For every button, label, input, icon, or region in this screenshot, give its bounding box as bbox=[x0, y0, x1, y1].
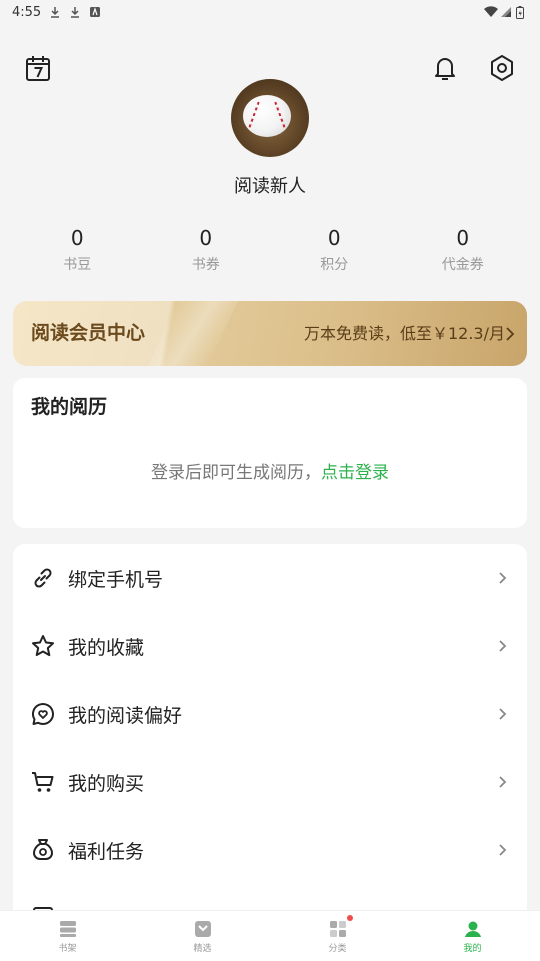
chevron-right-icon bbox=[506, 327, 515, 341]
stat-points[interactable]: 0 积分 bbox=[270, 224, 399, 274]
wifi-icon bbox=[484, 6, 498, 18]
tab-label: 书架 bbox=[58, 944, 77, 954]
download-icon bbox=[69, 6, 81, 18]
history-message-text: 登录后即可生成阅历， bbox=[151, 463, 321, 483]
chevron-right-icon bbox=[499, 776, 507, 788]
app-notification-icon bbox=[89, 6, 101, 18]
stat-shuquan[interactable]: 0 书券 bbox=[142, 224, 271, 274]
menu-item-welfare-tasks[interactable]: 福利任务 bbox=[13, 816, 527, 884]
stat-label: 书豆 bbox=[63, 257, 92, 273]
baseball-image bbox=[243, 95, 291, 137]
menu-item-label: 我的收藏 bbox=[68, 636, 145, 659]
tab-category[interactable]: 分类 bbox=[270, 911, 405, 961]
link-icon bbox=[30, 565, 56, 591]
login-link[interactable]: 点击登录 bbox=[321, 463, 389, 483]
history-title: 我的阅历 bbox=[31, 396, 108, 418]
menu-item-label: 我的阅读偏好 bbox=[68, 704, 183, 727]
menu-list: 绑定手机号 我的收藏 我的阅读偏好 我的购买 福利任务 相关许可证 bbox=[13, 544, 527, 924]
menu-item-reading-preference[interactable]: 我的阅读偏好 bbox=[13, 680, 527, 748]
tab-featured[interactable]: 精选 bbox=[135, 911, 270, 961]
vip-promo: 万本免费读，低至￥12.3/月 bbox=[303, 324, 505, 343]
battery-icon bbox=[516, 6, 528, 19]
chevron-right-icon bbox=[499, 844, 507, 856]
tab-bookshelf[interactable]: 书架 bbox=[0, 911, 135, 961]
chevron-right-icon bbox=[499, 708, 507, 720]
money-bag-icon bbox=[30, 837, 56, 863]
bottom-tab-bar: 书架 精选 分类 我的 bbox=[0, 910, 540, 961]
menu-item-label: 我的购买 bbox=[68, 772, 145, 795]
stat-shudou[interactable]: 0 书豆 bbox=[13, 224, 142, 274]
chevron-right-icon bbox=[499, 572, 507, 584]
chevron-right-icon bbox=[499, 640, 507, 652]
tab-label: 分类 bbox=[328, 944, 347, 954]
bookshelf-icon bbox=[58, 919, 78, 939]
username[interactable]: 阅读新人 bbox=[0, 172, 540, 198]
stat-voucher[interactable]: 0 代金券 bbox=[399, 224, 528, 274]
notification-dot bbox=[346, 915, 353, 921]
featured-icon bbox=[193, 919, 213, 939]
bell-icon[interactable] bbox=[430, 53, 460, 83]
reading-history-card: 我的阅历 登录后即可生成阅历，点击登录 bbox=[13, 378, 527, 528]
signal-icon bbox=[500, 6, 512, 18]
stat-value: 0 bbox=[70, 226, 84, 250]
status-time: 4:55 bbox=[12, 4, 42, 20]
menu-item-favorites[interactable]: 我的收藏 bbox=[13, 612, 527, 680]
settings-icon[interactable] bbox=[487, 53, 517, 83]
vip-title: 阅读会员中心 bbox=[31, 322, 146, 344]
person-icon bbox=[463, 919, 483, 939]
stats-row: 0 书豆 0 书券 0 积分 0 代金券 bbox=[13, 224, 527, 274]
star-icon bbox=[30, 633, 56, 659]
stat-label: 代金券 bbox=[441, 257, 484, 273]
stat-value: 0 bbox=[199, 226, 213, 250]
category-icon bbox=[328, 919, 348, 939]
stat-label: 积分 bbox=[320, 257, 349, 273]
heart-chat-icon bbox=[30, 701, 56, 727]
tab-label: 我的 bbox=[463, 944, 482, 954]
stat-value: 0 bbox=[456, 226, 470, 250]
menu-item-label: 福利任务 bbox=[68, 840, 145, 863]
history-message: 登录后即可生成阅历，点击登录 bbox=[13, 458, 527, 483]
tab-mine[interactable]: 我的 bbox=[405, 911, 540, 961]
vip-center-banner[interactable]: 阅读会员中心 万本免费读，低至￥12.3/月 bbox=[13, 301, 527, 366]
menu-item-label: 绑定手机号 bbox=[68, 568, 164, 591]
download-icon bbox=[49, 6, 61, 18]
stat-value: 0 bbox=[327, 226, 341, 250]
menu-item-bind-phone[interactable]: 绑定手机号 bbox=[13, 544, 527, 612]
cart-icon bbox=[30, 769, 56, 795]
status-bar: 4:55 bbox=[0, 0, 540, 24]
tab-label: 精选 bbox=[193, 944, 212, 954]
menu-item-purchases[interactable]: 我的购买 bbox=[13, 748, 527, 816]
stat-label: 书券 bbox=[191, 257, 220, 273]
avatar[interactable] bbox=[231, 79, 309, 157]
calendar-checkin-icon[interactable] bbox=[23, 53, 53, 83]
